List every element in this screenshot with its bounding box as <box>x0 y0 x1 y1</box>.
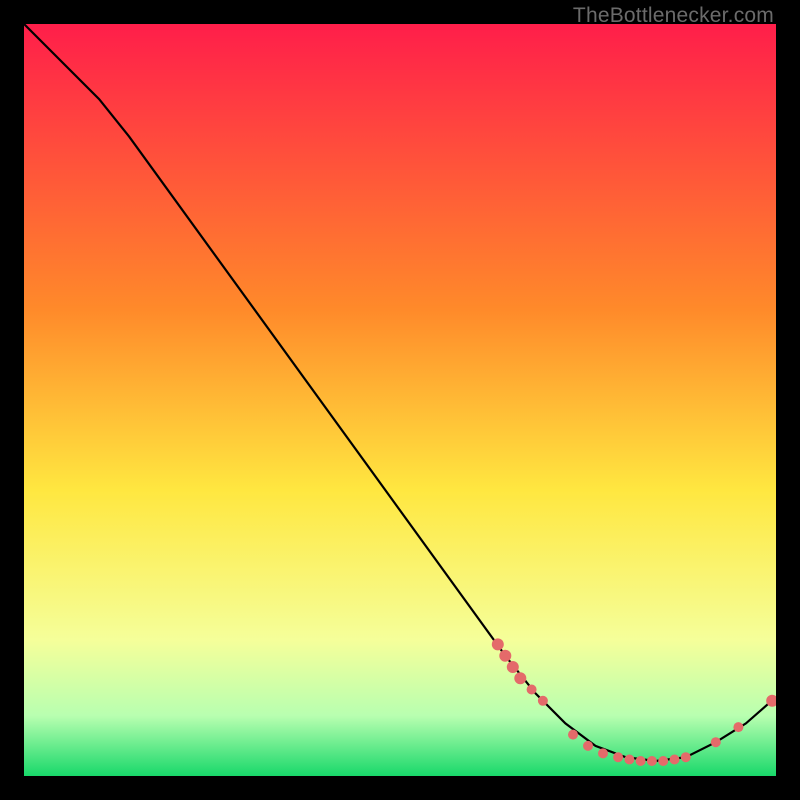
chart-frame <box>24 24 776 776</box>
data-marker <box>658 756 668 766</box>
data-marker <box>492 638 504 650</box>
data-marker <box>647 756 657 766</box>
data-marker <box>568 730 578 740</box>
data-marker <box>636 756 646 766</box>
data-marker <box>507 661 519 673</box>
data-marker <box>538 696 548 706</box>
data-marker <box>681 752 691 762</box>
data-marker <box>733 722 743 732</box>
data-marker <box>514 672 526 684</box>
data-marker <box>598 748 608 758</box>
data-marker <box>583 741 593 751</box>
watermark-text: TheBottlenecker.com <box>573 4 774 28</box>
bottleneck-chart <box>24 24 776 776</box>
data-marker <box>527 685 537 695</box>
data-marker <box>624 755 634 765</box>
data-marker <box>711 737 721 747</box>
data-marker <box>499 650 511 662</box>
gradient-background <box>24 24 776 776</box>
data-marker <box>670 755 680 765</box>
data-marker <box>613 752 623 762</box>
